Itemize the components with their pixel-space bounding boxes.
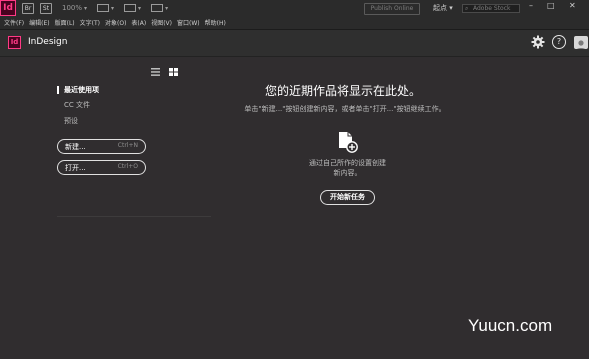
indesign-app-logo: Id <box>0 0 16 16</box>
open-button-label: 打开... <box>65 164 86 172</box>
help-icon: ? <box>552 35 566 49</box>
adobe-stock-search-input[interactable]: ⌕ Adobe Stock <box>462 4 520 13</box>
menu-bar: 文件(F) 编辑(E) 版面(L) 文字(T) 对象(O) 表(A) 视图(V)… <box>0 16 589 30</box>
view-options-icon[interactable] <box>97 4 110 12</box>
menu-help[interactable]: 帮助(H) <box>205 18 226 27</box>
menu-file[interactable]: 文件(F) <box>4 18 24 27</box>
screen-mode-dropdown-icon[interactable]: ▾ <box>138 5 141 12</box>
application-bar: Id Br St 100% ▾ ▾ ▾ ▾ Publish Online 起点 … <box>0 0 589 16</box>
grid-view-icon[interactable] <box>169 68 178 76</box>
help-button[interactable]: ? <box>552 35 566 49</box>
zoom-level[interactable]: 100% <box>62 4 82 12</box>
watermark: Yuucn.com <box>468 316 553 335</box>
open-document-button[interactable]: 打开... Ctrl+O <box>57 160 146 175</box>
maximize-button[interactable]: □ <box>547 1 555 10</box>
sidebar-divider <box>57 216 211 217</box>
open-shortcut: Ctrl+O <box>117 163 138 170</box>
menu-object[interactable]: 对象(O) <box>105 18 126 27</box>
workspace-dropdown-icon: ▾ <box>449 4 453 12</box>
sidebar-item-recent[interactable]: 最近使用项 <box>64 85 99 95</box>
close-button[interactable]: ✕ <box>569 1 576 10</box>
list-view-icon[interactable] <box>151 68 160 76</box>
publish-online-button[interactable]: Publish Online <box>364 3 420 15</box>
screen-mode-icon[interactable] <box>124 4 137 12</box>
view-options-dropdown-icon[interactable]: ▾ <box>111 5 114 12</box>
menu-type[interactable]: 文字(T) <box>80 18 100 27</box>
avatar <box>574 36 588 49</box>
menu-view[interactable]: 视图(V) <box>151 18 172 27</box>
arrange-documents-icon[interactable] <box>151 4 164 12</box>
start-new-task-button[interactable]: 开始新任务 <box>320 190 375 205</box>
gear-icon[interactable] <box>531 35 545 49</box>
arrange-documents-dropdown-icon[interactable]: ▾ <box>165 5 168 12</box>
new-content-description: 通过自己所作的设置创建 新内容。 <box>290 158 405 178</box>
new-file-icon <box>339 132 358 153</box>
user-avatar-button[interactable] <box>574 36 588 50</box>
bridge-button[interactable]: Br <box>22 2 34 14</box>
menu-layout[interactable]: 版面(L) <box>55 18 75 27</box>
indesign-home-logo: Id <box>8 36 21 49</box>
workspace-label: 起点 <box>433 4 447 12</box>
new-shortcut: Ctrl+N <box>117 142 138 149</box>
new-button-label: 新建... <box>65 143 86 151</box>
active-item-indicator <box>57 86 59 94</box>
home-header: Id InDesign ? <box>0 30 589 57</box>
zoom-dropdown-icon[interactable]: ▾ <box>84 5 87 12</box>
description-line-1: 通过自己所作的设置创建 <box>309 159 386 167</box>
sidebar-item-presets[interactable]: 预设 <box>64 116 78 126</box>
recent-work-heading: 您的近期作品将显示在此处。 <box>264 84 421 98</box>
new-document-button[interactable]: 新建... Ctrl+N <box>57 139 146 154</box>
stock-button[interactable]: St <box>40 2 52 14</box>
workspace-switcher[interactable]: 起点 ▾ <box>433 2 453 14</box>
search-icon: ⌕ <box>465 5 469 12</box>
description-line-2: 新内容。 <box>333 169 362 177</box>
menu-table[interactable]: 表(A) <box>131 18 146 27</box>
stock-search-placeholder: Adobe Stock <box>473 5 511 12</box>
menu-window[interactable]: 窗口(W) <box>177 18 200 27</box>
recent-work-subtext: 单击"新建..."按钮创建新内容，或者单击"打开..."按钮继续工作。 <box>244 105 446 113</box>
home-title: InDesign <box>28 37 68 47</box>
menu-edit[interactable]: 编辑(E) <box>29 18 49 27</box>
sidebar-item-cc-files[interactable]: CC 文件 <box>64 100 90 110</box>
user-icon <box>577 40 585 49</box>
minimize-button[interactable]: – <box>529 1 533 10</box>
